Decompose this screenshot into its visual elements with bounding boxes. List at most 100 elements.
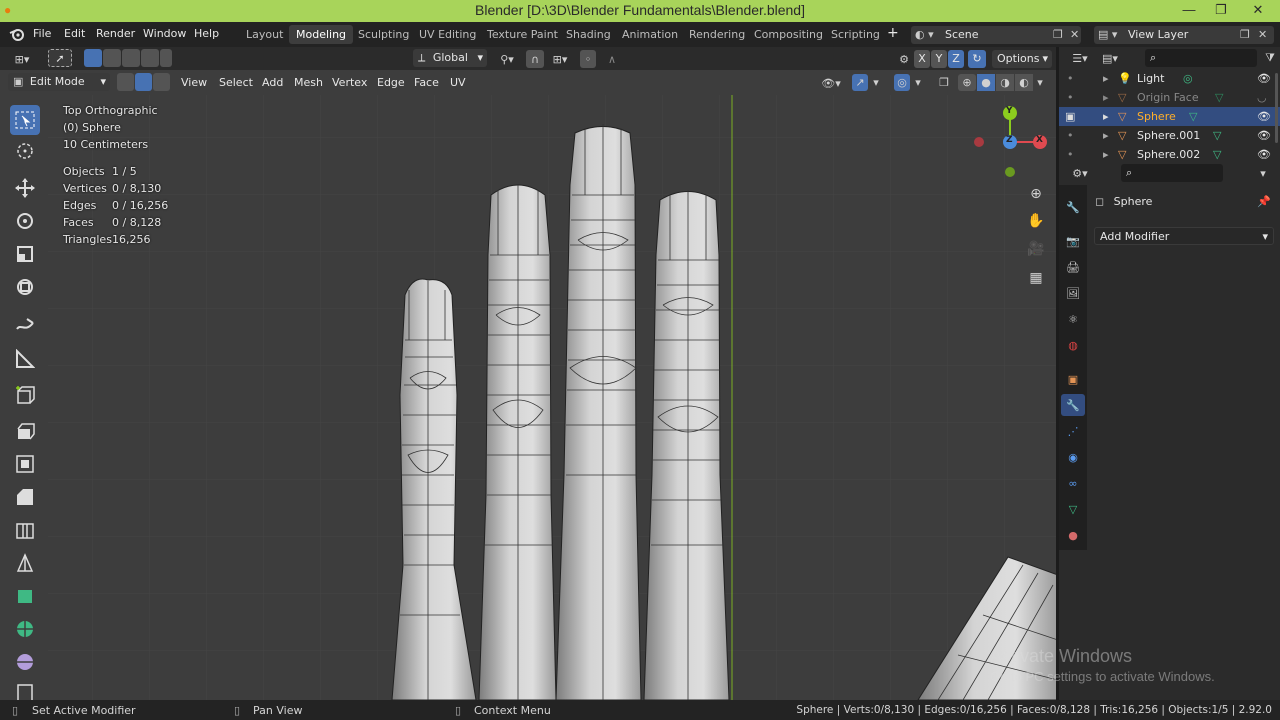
outliner-item-sphere[interactable]: ▣ ▸ ▽ Sphere ▽ 👁 <box>1059 107 1280 126</box>
mode-dropdown[interactable]: ▣ Edit Mode ▾ <box>8 73 110 91</box>
tab-compositing[interactable]: Compositing <box>747 25 830 44</box>
new-scene-icon[interactable]: ❐ <box>1053 26 1063 44</box>
menu-select[interactable]: Select <box>219 76 253 89</box>
poly-build-tool-icon[interactable] <box>10 581 40 611</box>
select-mode-invert-icon[interactable] <box>141 49 159 67</box>
rotate-tool-icon[interactable] <box>10 206 40 236</box>
expand-arrow-icon[interactable]: ▸ <box>1103 88 1109 107</box>
menu-help[interactable]: Help <box>194 27 219 40</box>
world-properties-tab-icon[interactable]: ◍ <box>1063 335 1083 355</box>
proportional-edit-icon[interactable]: ◦ <box>580 50 596 68</box>
tool-properties-tab-icon[interactable]: 🔧 <box>1063 197 1083 217</box>
vertex-select-mode-icon[interactable] <box>117 73 134 91</box>
minimize-button[interactable]: — <box>1172 0 1206 22</box>
tab-rendering[interactable]: Rendering <box>682 25 752 44</box>
material-properties-tab-icon[interactable]: ● <box>1063 525 1083 545</box>
scene-selector[interactable]: ◐ ▾ Scene ❐ ✕ <box>911 26 1081 44</box>
data-properties-tab-icon[interactable]: ▽ <box>1063 499 1083 519</box>
menu-vertex[interactable]: Vertex <box>332 76 367 89</box>
viewport-canvas[interactable] <box>48 95 1058 700</box>
overlay-toggle-icon[interactable]: ◎ <box>894 74 910 91</box>
expand-arrow-icon[interactable]: ▸ <box>1103 107 1109 126</box>
edit-mode-indicator-icon[interactable]: ▣ <box>1065 107 1075 126</box>
add-cube-tool-icon[interactable] <box>10 381 40 411</box>
outliner-item-origin-face[interactable]: • ▸ ▽ Origin Face ▽ ◡ <box>1059 88 1280 107</box>
view-layer-selector[interactable]: ▤ ▾ View Layer ❐ ✕ <box>1094 26 1274 44</box>
particles-properties-tab-icon[interactable]: ⋰ <box>1063 421 1083 441</box>
zoom-icon[interactable]: ⊕ <box>1025 183 1047 205</box>
outliner-editor-type-icon[interactable]: ☰▾ <box>1067 49 1093 67</box>
tab-animation[interactable]: Animation <box>615 25 685 44</box>
tab-layout[interactable]: Layout <box>239 25 290 44</box>
visibility-eye-icon[interactable]: 👁 <box>1257 69 1271 88</box>
editor-type-icon[interactable]: ⊞▾ <box>8 50 36 68</box>
expand-arrow-icon[interactable]: ▸ <box>1103 126 1109 145</box>
view-layer-properties-tab-icon[interactable]: 🖼 <box>1063 283 1083 303</box>
spin-tool-icon[interactable] <box>10 614 40 644</box>
blender-menu-icon[interactable] <box>9 27 25 41</box>
remove-view-layer-icon[interactable]: ✕ <box>1258 26 1267 44</box>
select-mode-extend-icon[interactable] <box>103 49 121 67</box>
render-properties-tab-icon[interactable]: 📷 <box>1063 231 1083 251</box>
axis-y-toggle[interactable]: Y <box>931 50 947 68</box>
shading-dropdown-icon[interactable]: ▾ <box>1034 74 1046 91</box>
menu-edge[interactable]: Edge <box>377 76 405 89</box>
select-tool-icon[interactable]: ➚ <box>48 49 72 67</box>
solid-shading-icon[interactable]: ● <box>977 74 995 91</box>
visibility-eye-icon[interactable]: 👁 <box>1257 107 1271 126</box>
axis-z-toggle[interactable]: Z <box>948 50 964 68</box>
cursor-tool-icon[interactable] <box>10 136 40 166</box>
menu-face[interactable]: Face <box>414 76 439 89</box>
scale-tool-icon[interactable] <box>10 239 40 269</box>
finger-mesh-2[interactable] <box>478 184 557 700</box>
tab-modeling[interactable]: Modeling <box>289 25 354 44</box>
outliner-scrollbar[interactable] <box>1275 73 1278 143</box>
object-properties-tab-icon[interactable]: ▣ <box>1063 369 1083 389</box>
visibility-eye-icon[interactable]: 👁 <box>1257 126 1271 145</box>
new-view-layer-icon[interactable]: ❐ <box>1240 26 1250 44</box>
3d-viewport[interactable]: Y X Z ⊕ ✋ 🎥 ▦ Top Orthographic (0) Spher… <box>48 95 1058 700</box>
menu-mesh[interactable]: Mesh <box>294 76 323 89</box>
falloff-icon[interactable]: ∧ <box>600 50 624 68</box>
auto-merge-icon[interactable]: ↻ <box>968 50 986 68</box>
properties-search-input[interactable]: ⌕ <box>1121 164 1223 182</box>
gizmo-neg-x-handle[interactable] <box>974 137 984 147</box>
outliner-item-sphere-001[interactable]: • ▸ ▽ Sphere.001 ▽ 👁 <box>1059 126 1280 145</box>
constraints-properties-tab-icon[interactable]: ∞ <box>1063 473 1083 493</box>
scene-properties-tab-icon[interactable]: ⚛ <box>1063 309 1083 329</box>
pin-icon[interactable]: 📌 <box>1257 195 1271 208</box>
pan-hand-icon[interactable]: ✋ <box>1025 210 1047 232</box>
outliner-item-light[interactable]: • ▸ 💡 Light ◎ 👁 <box>1059 69 1280 88</box>
perspective-toggle-icon[interactable]: ▦ <box>1025 267 1047 289</box>
tab-scripting[interactable]: Scripting <box>824 25 887 44</box>
menu-add[interactable]: Add <box>262 76 283 89</box>
rendered-shading-icon[interactable]: ◐ <box>1015 74 1033 91</box>
select-mode-new-icon[interactable] <box>84 49 102 67</box>
options-dropdown[interactable]: Options ▾ <box>992 50 1052 68</box>
camera-view-icon[interactable]: 🎥 <box>1025 238 1047 260</box>
inset-tool-icon[interactable] <box>10 449 40 479</box>
close-button[interactable]: ✕ <box>1236 0 1280 22</box>
material-shading-icon[interactable]: ◑ <box>996 74 1014 91</box>
gizmo-toggle-icon[interactable]: ↗ <box>852 74 868 91</box>
menu-view[interactable]: View <box>181 76 207 89</box>
snap-icon[interactable]: ∩ <box>526 50 544 68</box>
physics-properties-tab-icon[interactable]: ◉ <box>1063 447 1083 467</box>
mirror-options-icon[interactable]: ⚙ <box>896 50 912 68</box>
menu-uv[interactable]: UV <box>450 76 466 89</box>
move-tool-icon[interactable] <box>10 173 40 203</box>
tab-texture-paint[interactable]: Texture Paint <box>480 25 565 44</box>
menu-edit[interactable]: Edit <box>64 27 85 40</box>
tab-shading[interactable]: Shading <box>559 25 618 44</box>
menu-file[interactable]: File <box>33 27 51 40</box>
overlay-dropdown-icon[interactable]: ▾ <box>912 74 924 91</box>
select-box-tool-icon[interactable] <box>10 105 40 135</box>
smooth-tool-icon[interactable] <box>10 647 40 677</box>
transform-orientation-dropdown[interactable]: ⟂ Global ▾ <box>413 49 487 67</box>
menu-window[interactable]: Window <box>143 27 186 40</box>
axis-x-toggle[interactable]: X <box>914 50 930 68</box>
annotate-tool-icon[interactable] <box>10 310 40 340</box>
edge-select-mode-icon[interactable] <box>135 73 152 91</box>
finger-mesh-4[interactable] <box>643 190 730 700</box>
modifier-properties-tab-icon[interactable]: 🔧 <box>1061 394 1085 416</box>
